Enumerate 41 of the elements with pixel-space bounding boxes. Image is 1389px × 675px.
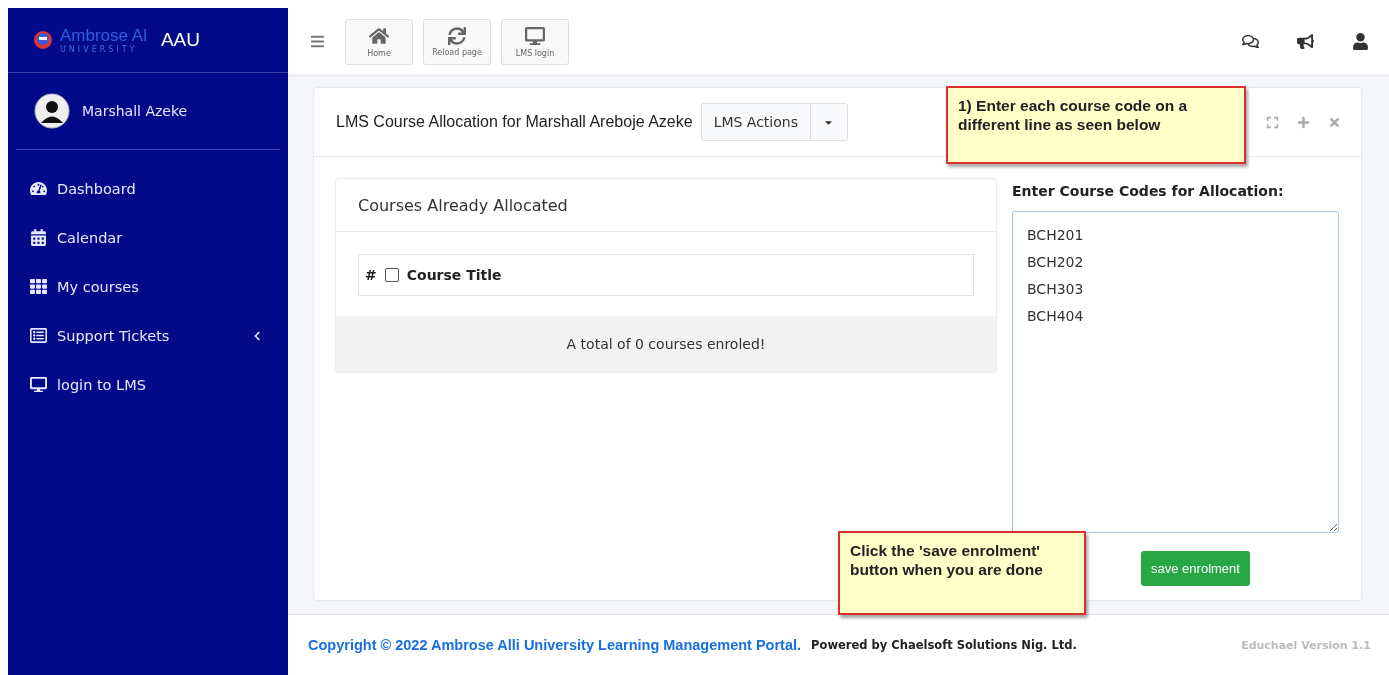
reload-icon: [448, 26, 466, 45]
sidebar-item[interactable]: Calendar: [30, 213, 288, 262]
brand-name: AAU: [160, 29, 200, 51]
column-header: Course Title: [406, 267, 502, 283]
toolbar-button[interactable]: LMS login: [501, 18, 569, 65]
monitor-icon: [525, 25, 545, 46]
sidebar-item[interactable]: Dashboard: [30, 164, 288, 213]
sidebar-item[interactable]: login to LMS: [30, 360, 288, 409]
list-icon: [30, 327, 47, 344]
powered-by-text: Powered by Chaelsoft Solutions Nig. Ltd.: [811, 638, 1077, 652]
calendar-icon: [30, 229, 47, 246]
version-text: Educhael Version 1.1: [1241, 638, 1371, 652]
chat-icon[interactable]: [1242, 33, 1259, 50]
logo-subtext: UNIVERSITY: [60, 45, 139, 54]
gauge-icon: [30, 180, 47, 197]
menu-icon[interactable]: [310, 34, 325, 49]
grid-icon: [30, 278, 47, 295]
user-icon[interactable]: [1352, 33, 1369, 50]
sidebar-item[interactable]: My courses: [30, 262, 288, 311]
callout-note: Click the 'save enrolment' button when you are done: [838, 531, 1086, 615]
copyright-text: Copyright © 2022 Ambrose Alli University Learning Management Portal.: [308, 637, 802, 653]
avatar-icon: [34, 93, 70, 129]
actions-dropdown[interactable]: LMS Actions: [700, 103, 848, 141]
chevron-icon: [252, 330, 262, 341]
user-name: Marshall Azeke: [82, 103, 188, 119]
callout-note: 1) Enter each course code on a different line as seen below: [946, 86, 1246, 164]
logo-text: Ambrose Al: [60, 26, 147, 44]
select-all-checkbox[interactable]: [384, 268, 399, 282]
panel-title: Courses Already Allocated: [336, 179, 996, 232]
megaphone-icon[interactable]: [1297, 33, 1314, 50]
home-icon: [369, 25, 389, 46]
column-header: #: [365, 267, 377, 283]
summary-text: A total of 0 courses enroled!: [336, 316, 996, 372]
monitor-icon: [30, 376, 47, 393]
mascot-icon: [32, 29, 54, 51]
card-title: LMS Course Allocation for Marshall Areboje Azeke: [336, 113, 693, 131]
field-label: Enter Course Codes for Allocation:: [1012, 183, 1285, 199]
toolbar-button[interactable]: Home: [345, 18, 413, 65]
toolbar-button[interactable]: Reload page: [423, 18, 491, 65]
course-codes-field[interactable]: BCH201 BCH202 BCH303 BCH404: [1012, 211, 1339, 533]
sidebar-item[interactable]: Support Tickets: [30, 311, 288, 360]
